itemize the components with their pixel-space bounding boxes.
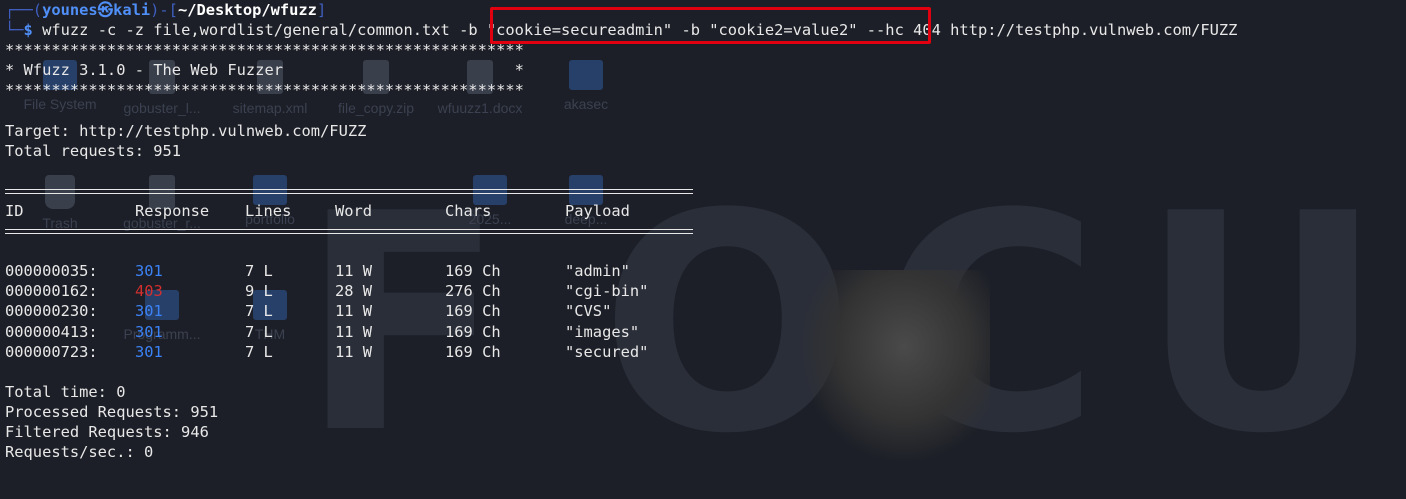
row-response: 301 — [135, 322, 163, 341]
banner-title: * Wfuzz 3.1.0 - The Web Fuzzer * — [5, 61, 524, 80]
summary-filtered: Filtered Requests: 946 — [5, 422, 209, 441]
table-row: 000000723: 301 7 L 11 W 169 Ch "secured" — [5, 342, 1237, 362]
row-id: 000000162: — [5, 282, 98, 301]
row-chars: 276 Ch — [445, 282, 501, 301]
row-response: 301 — [135, 302, 163, 321]
row-lines: 7 L — [245, 302, 273, 321]
table-row: 000000035: 301 7 L 11 W 169 Ch "admin" — [5, 261, 1237, 281]
table-divider — [5, 181, 1237, 201]
header-id: ID — [5, 201, 24, 220]
prompt-path: ~/Desktop/wfuzz — [177, 1, 317, 19]
command-prefix: wfuzz -c -z file,wordlist/general/common… — [32, 21, 460, 40]
row-lines: 9 L — [245, 282, 273, 301]
row-payload: "CVS" — [565, 302, 612, 321]
terminal-output[interactable]: ┌──(younes㉿kali)-[~/Desktop/wfuzz] └─$ w… — [5, 0, 1237, 462]
row-response: 301 — [135, 262, 163, 281]
row-lines: 7 L — [245, 322, 273, 341]
row-word: 11 W — [335, 262, 373, 281]
prompt-frame: ] — [316, 1, 327, 19]
row-payload: "cgi-bin" — [565, 282, 649, 301]
row-word: 28 W — [335, 282, 373, 301]
row-response: 301 — [135, 342, 163, 361]
table-header: ID Response Lines Word Chars Payload — [5, 201, 1237, 221]
summary-processed: Processed Requests: 951 — [5, 402, 219, 421]
row-chars: 169 Ch — [445, 322, 501, 341]
header-lines: Lines — [245, 201, 292, 220]
table-divider — [5, 221, 1237, 241]
prompt-dollar: $ — [23, 21, 33, 40]
row-chars: 169 Ch — [445, 302, 501, 321]
row-lines: 7 L — [245, 262, 273, 281]
summary-rate: Requests/sec.: 0 — [5, 443, 154, 462]
row-word: 11 W — [335, 322, 373, 341]
target-line: Target: http://testphp.vulnweb.com/FUZZ — [5, 121, 367, 140]
row-lines: 7 L — [245, 342, 273, 361]
table-row: 000000413: 301 7 L 11 W 169 Ch "images" — [5, 322, 1237, 342]
prompt-frame: )-[ — [150, 1, 178, 19]
row-chars: 169 Ch — [445, 262, 501, 281]
header-chars: Chars — [445, 201, 492, 220]
row-word: 11 W — [335, 302, 373, 321]
row-response: 403 — [135, 282, 163, 301]
total-requests-line: Total requests: 951 — [5, 141, 182, 160]
row-word: 11 W — [335, 342, 373, 361]
table-row: 000000162: 403 9 L 28 W 276 Ch "cgi-bin" — [5, 281, 1237, 301]
row-id: 000000413: — [5, 322, 98, 341]
row-payload: "images" — [565, 322, 640, 341]
cookie-highlight-box — [490, 7, 931, 44]
table-row: 000000230: 301 7 L 11 W 169 Ch "CVS" — [5, 301, 1237, 321]
header-word: Word — [335, 201, 373, 220]
header-response: Response — [135, 201, 210, 220]
row-chars: 169 Ch — [445, 342, 501, 361]
prompt-user: younes㉿kali — [42, 1, 151, 19]
header-payload: Payload — [565, 201, 630, 220]
summary-total-time: Total time: 0 — [5, 382, 126, 401]
prompt-frame: ┌──( — [5, 1, 43, 19]
banner-border: ****************************************… — [5, 81, 524, 100]
row-payload: "secured" — [565, 342, 649, 361]
row-id: 000000723: — [5, 342, 98, 361]
row-payload: "admin" — [565, 262, 630, 281]
row-id: 000000035: — [5, 262, 98, 281]
row-id: 000000230: — [5, 302, 98, 321]
prompt-frame: └─ — [5, 21, 24, 40]
